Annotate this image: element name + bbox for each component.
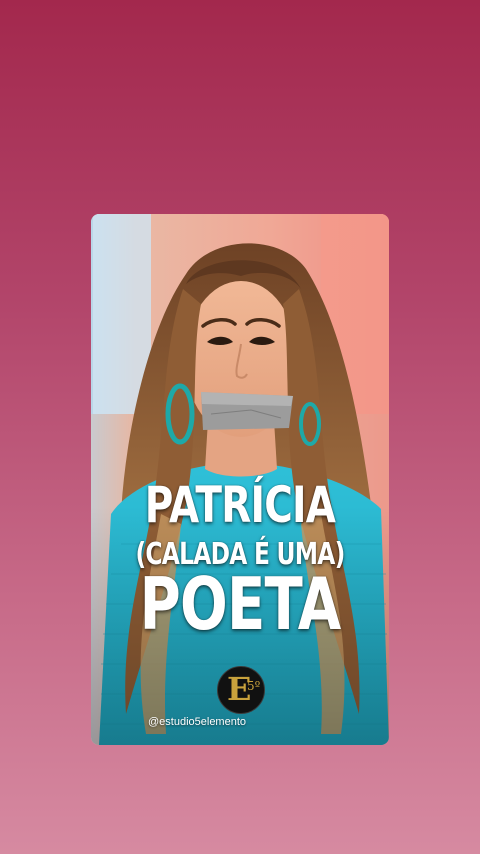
headline-main-word: POETA [139, 562, 342, 646]
logo-number: 5º [247, 679, 261, 693]
headline-name: PATRÍCIA [144, 476, 336, 534]
story-card[interactable]: PATRÍCIA (CALADA É UMA) POETA E 5º @estu… [91, 214, 389, 745]
estudio5elemento-logo: E 5º [217, 666, 265, 714]
account-handle[interactable]: @estudio5elemento [148, 716, 246, 729]
